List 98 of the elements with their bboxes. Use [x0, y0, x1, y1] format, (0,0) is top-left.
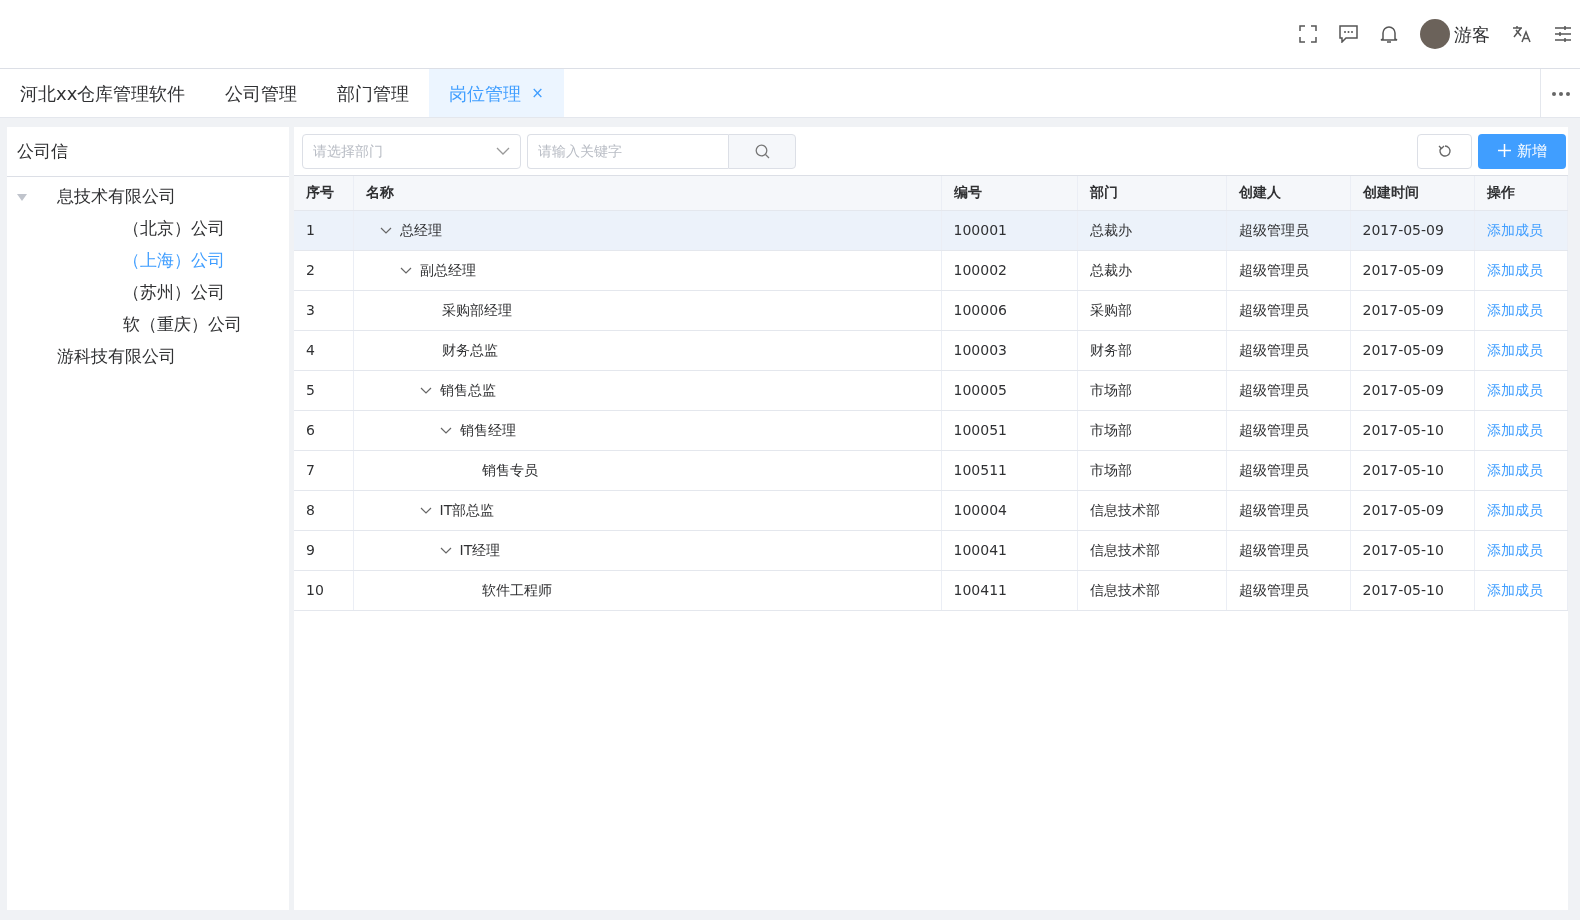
table-cell: 2017-05-09 — [1350, 210, 1474, 250]
table-cell: 总裁办 — [1077, 210, 1226, 250]
table-cell: 超级管理员 — [1226, 450, 1350, 490]
table-cell: 超级管理员 — [1226, 410, 1350, 450]
table-cell: 9 — [294, 530, 353, 570]
table-row[interactable]: 8 IT部总监 100004 信息技术部 超级管理员 2017-05-09 添加成员 — [294, 490, 1568, 530]
table-cell: 市场部 — [1077, 370, 1226, 410]
table-cell: 100001 — [941, 210, 1077, 250]
table-cell: 3 — [294, 290, 353, 330]
table-cell: 市场部 — [1077, 450, 1226, 490]
name-text: 财务总监 — [441, 340, 498, 360]
table-row[interactable]: 6 销售经理 100051 市场部 超级管理员 2017-05-10 添加成员 — [294, 410, 1568, 450]
column-header: 操作 — [1474, 176, 1568, 210]
table-cell: 信息技术部 — [1077, 490, 1226, 530]
table-row[interactable]: 4 财务总监 100003 财务部 超级管理员 2017-05-09 添加成员 — [294, 330, 1568, 370]
table-row[interactable]: 2 副总经理 100002 总裁办 超级管理员 2017-05-09 添加成员 — [294, 250, 1568, 290]
plus-icon — [1497, 143, 1511, 157]
tree-node[interactable]: （北京）公司 — [123, 216, 225, 242]
column-header: 创建时间 — [1350, 176, 1474, 210]
table-cell: 5 — [294, 370, 353, 410]
table-cell: 100002 — [941, 250, 1077, 290]
table-cell: 信息技术部 — [1077, 530, 1226, 570]
table-cell: 100006 — [941, 290, 1077, 330]
tree-node[interactable]: 息技术有限公司 — [57, 184, 176, 210]
table-cell: 2 — [294, 250, 353, 290]
name-text: IT部总监 — [439, 500, 495, 520]
column-header: 编号 — [941, 176, 1077, 210]
name-text: 采购部经理 — [441, 300, 512, 320]
translate-icon[interactable] — [1512, 25, 1532, 43]
panel-title: 公司信 — [7, 127, 289, 177]
table-cell: 信息技术部 — [1077, 570, 1226, 610]
table-cell: 2017-05-09 — [1350, 370, 1474, 410]
table-cell: 超级管理员 — [1226, 570, 1350, 610]
table-row[interactable]: 1 总经理 100001 总裁办 超级管理员 2017-05-09 添加成员 — [294, 210, 1568, 250]
name-text: 销售专员 — [481, 460, 538, 480]
name-text: IT经理 — [459, 540, 501, 560]
table-cell: 2017-05-09 — [1350, 330, 1474, 370]
table-cell: 超级管理员 — [1226, 530, 1350, 570]
table-cell: 100051 — [941, 410, 1077, 450]
table-cell: 超级管理员 — [1226, 210, 1350, 250]
name-text: 销售总监 — [439, 380, 496, 400]
table-cell: 财务部 — [1077, 330, 1226, 370]
bell-icon[interactable] — [1380, 24, 1398, 44]
chevron-down-icon — [496, 147, 510, 155]
table-cell: 市场部 — [1077, 410, 1226, 450]
table-row[interactable]: 3 采购部经理 100006 采购部 超级管理员 2017-05-09 添加成员 — [294, 290, 1568, 330]
name-text: 副总经理 — [419, 260, 476, 280]
table-row[interactable]: 10 软件工程师 100411 信息技术部 超级管理员 2017-05-10 添加成员 — [294, 570, 1568, 610]
tab[interactable]: 部门管理 — [317, 69, 430, 117]
user-name[interactable]: 游客 — [1454, 20, 1490, 48]
table-cell: 7 — [294, 450, 353, 490]
search-icon — [754, 143, 770, 159]
table-cell: 100003 — [941, 330, 1077, 370]
table-cell: 2017-05-10 — [1350, 570, 1474, 610]
table-cell: 2017-05-09 — [1350, 290, 1474, 330]
tree-node[interactable]: 游科技有限公司 — [57, 344, 176, 370]
table-cell: 2017-05-10 — [1350, 410, 1474, 450]
chat-icon[interactable] — [1339, 25, 1358, 43]
table-cell: 100411 — [941, 570, 1077, 610]
table-row[interactable]: 9 IT经理 100041 信息技术部 超级管理员 2017-05-10 添加成员 — [294, 530, 1568, 570]
table-cell: 100041 — [941, 530, 1077, 570]
table-cell: 2017-05-09 — [1350, 250, 1474, 290]
column-header: 部门 — [1077, 176, 1226, 210]
column-header: 名称 — [353, 176, 941, 210]
tab[interactable]: 公司管理 — [205, 69, 318, 117]
name-text: 总经理 — [399, 220, 442, 240]
table-cell: 超级管理员 — [1226, 490, 1350, 530]
table-cell: 超级管理员 — [1226, 290, 1350, 330]
table-cell: 2017-05-10 — [1350, 530, 1474, 570]
column-header: 序号 — [294, 176, 353, 210]
table-cell: 超级管理员 — [1226, 370, 1350, 410]
table-cell: 超级管理员 — [1226, 330, 1350, 370]
table-cell: 8 — [294, 490, 353, 530]
table-cell: 100004 — [941, 490, 1077, 530]
fullscreen-icon[interactable] — [1299, 25, 1317, 43]
table-cell: 1 — [294, 210, 353, 250]
name-text: 软件工程师 — [481, 580, 552, 600]
table-cell: 100005 — [941, 370, 1077, 410]
table-cell: 10 — [294, 570, 353, 610]
refresh-icon — [1437, 144, 1452, 158]
avatar[interactable] — [1420, 19, 1450, 49]
table-cell: 采购部 — [1077, 290, 1226, 330]
tab[interactable]: 河北xx仓库管理软件 — [0, 69, 206, 117]
table-row[interactable]: 7 销售专员 100511 市场部 超级管理员 2017-05-10 添加成员 — [294, 450, 1568, 490]
table-cell: 2017-05-09 — [1350, 490, 1474, 530]
column-header: 创建人 — [1226, 176, 1350, 210]
table-cell: 2017-05-10 — [1350, 450, 1474, 490]
tree-node[interactable]: 软（重庆）公司 — [123, 312, 242, 338]
table-cell: 超级管理员 — [1226, 250, 1350, 290]
table-cell: 100511 — [941, 450, 1077, 490]
tree-node[interactable]: （苏州）公司 — [123, 280, 225, 306]
sliders-icon[interactable] — [1554, 25, 1572, 43]
name-text: 销售经理 — [459, 420, 516, 440]
table-row[interactable]: 5 销售总监 100005 市场部 超级管理员 2017-05-09 添加成员 — [294, 370, 1568, 410]
table-cell: 6 — [294, 410, 353, 450]
search-field[interactable]: 请输入关键字 — [527, 133, 728, 169]
table-cell: 总裁办 — [1077, 250, 1226, 290]
table-cell: 4 — [294, 330, 353, 370]
